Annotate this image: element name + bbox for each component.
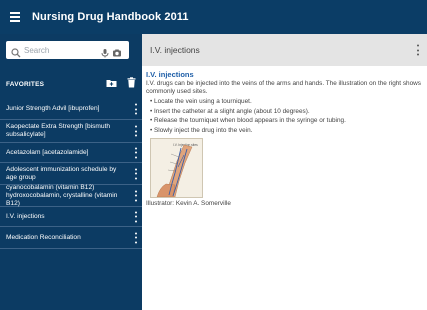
favorite-item[interactable]: cyanocobalamin (vitamin B12) hydroxocoba… xyxy=(0,183,142,207)
favorite-item[interactable]: Medication Reconciliation xyxy=(0,227,142,249)
more-options-icon[interactable] xyxy=(134,103,137,115)
microphone-icon[interactable] xyxy=(100,45,110,58)
more-options-icon[interactable] xyxy=(134,211,137,222)
favorite-item-label: cyanocobalamin (vitamin B12) hydroxocoba… xyxy=(6,183,118,207)
procedure-step: • Insert the catheter at a slight angle … xyxy=(150,107,310,115)
app-title: Nursing Drug Handbook 2011 xyxy=(32,11,189,23)
favorites-header: FAVORITES xyxy=(0,76,142,92)
illustrator-credit: Illustrator: Kevin A. Somerville xyxy=(146,200,231,207)
sidebar: FAVORITES Junior Strength Advil [ibuprof… xyxy=(0,34,142,310)
favorite-item-label: Kaopectate Extra Strength [bismuth subsa… xyxy=(6,123,111,138)
hamburger-menu-icon[interactable] xyxy=(10,9,26,25)
detail-header: I.V. injections xyxy=(142,34,427,66)
favorite-item[interactable]: Kaopectate Extra Strength [bismuth subsa… xyxy=(0,120,142,143)
more-options-icon[interactable] xyxy=(134,125,137,137)
more-options-icon[interactable] xyxy=(134,168,137,179)
favorites-list: Junior Strength Advil [ibuprofen] Kaopec… xyxy=(0,99,142,249)
favorite-item-label: Junior Strength Advil [ibuprofen] xyxy=(6,105,100,112)
favorite-item[interactable]: I.V. injections xyxy=(0,207,142,227)
favorite-item[interactable]: Adolescent immunization schedule by age … xyxy=(0,163,142,185)
search-icon xyxy=(11,45,21,58)
more-options-icon[interactable] xyxy=(134,232,137,243)
more-options-icon[interactable] xyxy=(416,44,419,56)
content-title: I.V. injections xyxy=(146,70,194,79)
detail-header-title: I.V. injections xyxy=(150,45,200,55)
favorite-item-label: Adolescent immunization schedule by age … xyxy=(6,165,117,181)
favorite-item-label: Acetazolam [acetazolamide] xyxy=(6,148,89,156)
search-input[interactable] xyxy=(24,45,98,55)
monograph-content: I.V. injections I.V. drugs can be inject… xyxy=(146,70,422,207)
delete-icon[interactable] xyxy=(127,75,136,93)
new-folder-icon[interactable] xyxy=(106,75,117,93)
procedure-step: • Slowly inject the drug into the vein. xyxy=(150,126,253,134)
procedure-step: • Release the tourniquet when blood appe… xyxy=(150,117,346,124)
camera-icon[interactable] xyxy=(112,45,122,57)
more-options-icon[interactable] xyxy=(134,147,137,158)
app-bar: Nursing Drug Handbook 2011 xyxy=(0,0,427,34)
favorite-item[interactable]: Acetazolam [acetazolamide] xyxy=(0,143,142,163)
favorites-label: FAVORITES xyxy=(6,80,45,88)
content-intro: I.V. drugs can be injected into the vein… xyxy=(146,80,421,95)
favorite-item-label: I.V. injections xyxy=(6,212,45,220)
iv-sites-illustration[interactable]: I.V. Injection sites xyxy=(150,138,203,198)
favorite-item[interactable]: Junior Strength Advil [ibuprofen] xyxy=(0,99,142,120)
more-options-icon[interactable] xyxy=(134,190,137,201)
procedure-step: • Locate the vein using a tourniquet. xyxy=(150,98,252,105)
procedure-steps: • Locate the vein using a tourniquet. • … xyxy=(146,97,422,135)
search-bar[interactable] xyxy=(6,41,129,59)
favorite-item-label: Medication Reconciliation xyxy=(6,233,81,241)
